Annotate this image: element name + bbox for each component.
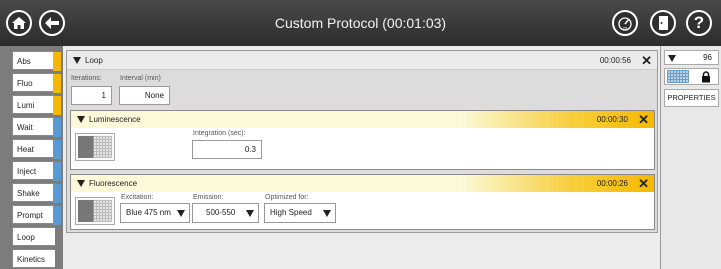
fluorescence-step: Fluorescence 00:00:26 ✕ Excitation: Blue… — [70, 174, 655, 230]
interval-label: Interval (min) — [120, 75, 161, 82]
category-stripe — [53, 118, 61, 137]
help-button[interactable]: ? — [686, 10, 712, 36]
collapse-arrow-icon — [73, 57, 81, 64]
luminescence-header[interactable]: Luminescence 00:00:30 ✕ — [71, 111, 654, 128]
excitation-select[interactable]: Blue 475 nm — [120, 203, 190, 223]
category-stripe — [53, 184, 61, 203]
sidebar-item-label: Kinetics — [17, 255, 46, 264]
fluorescence-toggle[interactable]: Fluorescence — [77, 179, 137, 188]
close-icon[interactable]: ✕ — [638, 112, 649, 128]
loop-duration: 00:00:56 — [599, 56, 631, 65]
exit-door-icon — [659, 16, 668, 30]
sidebar-item-label: Loop — [17, 233, 35, 242]
sidebar-item-fluo[interactable]: Fluo — [12, 73, 61, 93]
loop-toggle[interactable]: Loop — [73, 56, 103, 65]
sidebar-item-abs[interactable]: Abs — [12, 51, 61, 71]
optimized-value: High Speed — [270, 208, 312, 217]
sidebar-item-label: Shake — [17, 189, 40, 198]
category-stripe — [53, 74, 61, 93]
integration-field[interactable]: 0.3 — [192, 140, 262, 159]
sidebar-item-label: Heat — [17, 145, 34, 154]
category-stripe — [53, 206, 61, 225]
sidebar-item-lumi[interactable]: Lumi — [12, 95, 61, 115]
sidebar-item-label: Inject — [17, 167, 37, 176]
speed-badge: 25 — [623, 26, 628, 31]
category-stripe — [53, 52, 61, 71]
sidebar-item-shake[interactable]: Shake — [12, 183, 61, 203]
sidebar-item-label: Fluo — [17, 79, 33, 88]
sidebar-item-heat[interactable]: Heat — [12, 139, 61, 159]
collapse-arrow-icon — [77, 116, 85, 123]
loop-step: Loop 00:00:56 ✕ Iterations: 1 Interval (… — [66, 50, 658, 233]
emission-value: 500-550 — [206, 208, 236, 217]
sidebar-item-inject[interactable]: Inject — [12, 161, 61, 181]
fluorescence-header[interactable]: Fluorescence 00:00:26 ✕ — [71, 175, 654, 192]
loop-header[interactable]: Loop 00:00:56 ✕ — [67, 51, 657, 70]
close-icon[interactable]: ✕ — [638, 176, 649, 192]
sidebar-item-label: Abs — [17, 57, 31, 66]
step-sidebar: Abs Fluo Lumi Wait Heat Inject Shake Pro… — [0, 46, 63, 269]
luminescence-step: Luminescence 00:00:30 ✕ Integration (sec… — [70, 110, 655, 170]
sidebar-item-prompt[interactable]: Prompt — [12, 205, 61, 225]
iterations-label: Iterations: — [71, 75, 102, 82]
sidebar-item-kinetics[interactable]: Kinetics — [12, 249, 55, 268]
title-bar: Custom Protocol (00:01:03) 25 ? — [0, 0, 721, 46]
category-stripe — [53, 140, 61, 159]
luminescence-title: Luminescence — [89, 115, 141, 124]
plate-map-button[interactable] — [75, 133, 115, 161]
plate-grid-icon — [78, 136, 112, 158]
help-icon: ? — [693, 13, 705, 32]
optimized-select[interactable]: High Speed — [264, 203, 336, 223]
excitation-label: Excitation: — [121, 194, 154, 201]
exit-button[interactable] — [650, 10, 676, 36]
plate-panel: 96 PROPERTIES — [660, 46, 721, 269]
sidebar-item-label: Lumi — [17, 101, 35, 110]
optimized-label: Optimized for: — [265, 194, 309, 201]
plate-type-select[interactable]: 96 — [664, 50, 719, 65]
chevron-down-icon — [246, 210, 254, 217]
sidebar-item-label: Prompt — [17, 211, 43, 220]
chevron-down-icon — [177, 210, 185, 217]
protocol-editor: Loop 00:00:56 ✕ Iterations: 1 Interval (… — [63, 46, 660, 269]
plate-thumbnail-icon[interactable] — [667, 70, 689, 83]
fluorescence-duration: 00:00:26 — [596, 179, 628, 188]
close-icon[interactable]: ✕ — [641, 53, 652, 69]
plate-count: 96 — [703, 53, 712, 62]
category-stripe — [53, 162, 61, 181]
luminescence-toggle[interactable]: Luminescence — [77, 115, 141, 124]
iterations-field[interactable]: 1 — [71, 86, 112, 105]
fluorescence-title: Fluorescence — [89, 179, 138, 188]
loop-title: Loop — [85, 56, 103, 65]
sidebar-item-loop[interactable]: Loop — [12, 227, 55, 246]
sidebar-item-label: Wait — [17, 123, 33, 132]
excitation-value: Blue 475 nm — [126, 208, 171, 217]
speed-button[interactable]: 25 — [612, 10, 638, 36]
luminescence-duration: 00:00:30 — [596, 115, 628, 124]
plate-map-button[interactable] — [75, 197, 115, 225]
collapse-arrow-icon — [77, 180, 85, 187]
interval-field[interactable]: None — [119, 86, 170, 105]
sidebar-item-wait[interactable]: Wait — [12, 117, 61, 137]
plate-lock-row — [664, 68, 719, 85]
category-stripe — [53, 96, 61, 115]
integration-label: Integration (sec): — [193, 130, 246, 137]
lock-icon[interactable] — [701, 71, 711, 83]
emission-select[interactable]: 500-550 — [192, 203, 259, 223]
chevron-down-icon — [323, 210, 331, 217]
chevron-down-icon — [668, 55, 676, 62]
plate-grid-icon — [78, 200, 112, 222]
properties-button[interactable]: PROPERTIES — [664, 89, 719, 107]
emission-label: Emission: — [193, 194, 224, 201]
speed-gauge-icon: 25 — [618, 17, 632, 31]
